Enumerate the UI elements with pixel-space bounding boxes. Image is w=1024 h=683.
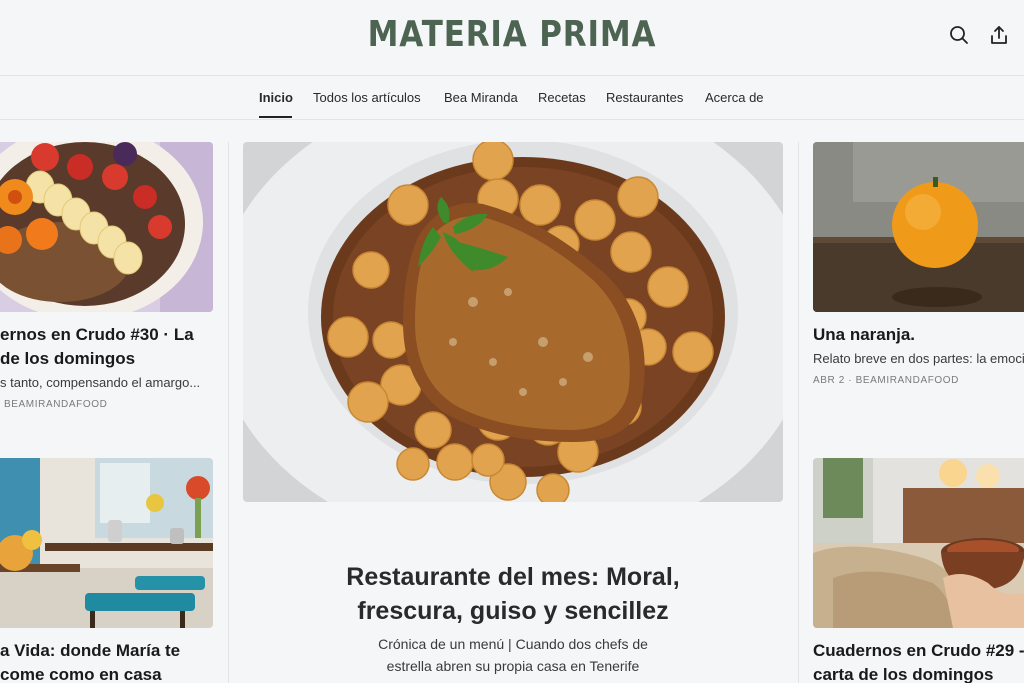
article-title-line[interactable]: carta de los domingos xyxy=(813,663,993,683)
article-meta: BEAMIRANDAFOOD xyxy=(4,399,108,410)
column-divider xyxy=(798,142,799,683)
featured-subtitle: Crónica de un menú | Cuando dos chefs de… xyxy=(243,633,783,677)
nav-item-restaurantes[interactable]: Restaurantes xyxy=(606,90,683,105)
column-divider xyxy=(228,142,229,683)
article-image-smoothie-bowl[interactable] xyxy=(0,142,213,312)
article-title-line[interactable]: a Vida: donde María te xyxy=(0,639,180,663)
nav-active-indicator xyxy=(259,116,292,118)
article-title-line[interactable]: come como en casa xyxy=(0,663,162,683)
article-title-line[interactable]: Cuadernos en Crudo #29 - xyxy=(813,639,1024,663)
featured-image-chickpea-stew[interactable] xyxy=(243,142,783,502)
article-subtitle: s tanto, compensando el amargo... xyxy=(0,375,201,390)
article-image-soup-cup[interactable] xyxy=(813,458,1024,628)
featured-title-line[interactable]: frescura, guiso y sencillez xyxy=(243,594,783,628)
article-title-line[interactable]: de los domingos xyxy=(0,347,135,371)
nav-item-todos-los-articulos[interactable]: Todos los artículos xyxy=(313,90,421,105)
share-icon[interactable] xyxy=(988,24,1010,46)
featured-title-line[interactable]: Restaurante del mes: Moral, xyxy=(243,560,783,594)
main-nav: Inicio Todos los artículos Bea Miranda R… xyxy=(0,77,1024,120)
article-title[interactable]: Una naranja. xyxy=(813,323,915,347)
article-image-restaurant[interactable] xyxy=(0,458,213,628)
featured-subtitle-line: Crónica de un menú | Cuando dos chefs de xyxy=(378,636,648,652)
nav-item-bea-miranda[interactable]: Bea Miranda xyxy=(444,90,518,105)
featured-title[interactable]: Restaurante del mes: Moral, frescura, gu… xyxy=(243,560,783,628)
nav-item-inicio[interactable]: Inicio xyxy=(259,90,293,105)
search-icon[interactable] xyxy=(948,24,970,46)
featured-subtitle-line: estrella abren su propia casa en Tenerif… xyxy=(386,658,640,674)
site-logo[interactable]: MATERIA PRIMA xyxy=(72,14,953,55)
article-title-line[interactable]: ernos en Crudo #30 · La xyxy=(0,323,194,347)
article-image-orange[interactable] xyxy=(813,142,1024,312)
article-meta: ABR 2 · BEAMIRANDAFOOD xyxy=(813,375,959,386)
nav-item-recetas[interactable]: Recetas xyxy=(538,90,586,105)
site-header: MATERIA PRIMA xyxy=(0,0,1024,76)
article-subtitle: Relato breve en dos partes: la emoci xyxy=(813,351,1024,366)
nav-item-acerca-de[interactable]: Acerca de xyxy=(705,90,764,105)
